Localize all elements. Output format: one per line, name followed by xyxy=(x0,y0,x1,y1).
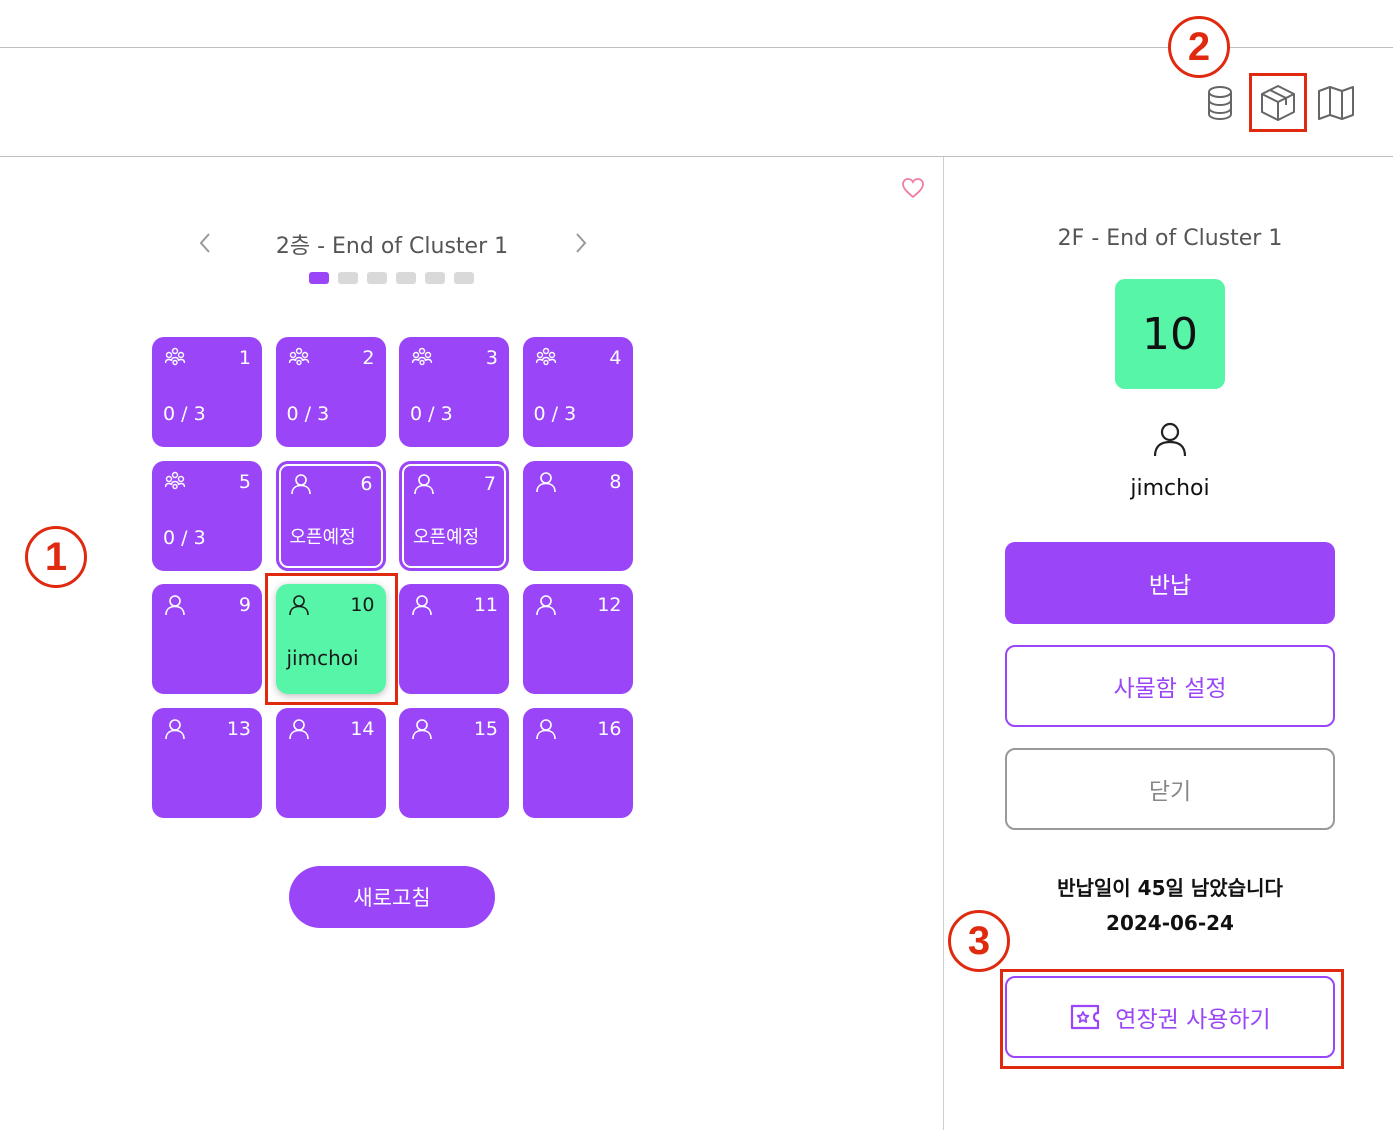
floor-title: 2층 - End of Cluster 1 xyxy=(275,234,509,259)
header-divider xyxy=(0,156,1393,157)
user-icon xyxy=(535,718,557,740)
locker-number: 3 xyxy=(485,347,498,369)
database-icon[interactable] xyxy=(1199,82,1241,124)
locker-cell-9[interactable]: 9 xyxy=(152,584,262,694)
page-dot[interactable] xyxy=(396,272,416,284)
locker-number: 11 xyxy=(473,594,498,616)
locker-cell-13[interactable]: 13 xyxy=(152,707,262,818)
locker-cell-4[interactable]: 4 0 / 3 xyxy=(522,337,633,447)
locker-number: 15 xyxy=(473,717,498,740)
locker-number: 8 xyxy=(609,470,622,493)
locker-number: 16 xyxy=(597,717,622,740)
locker-status: 오픈예정 xyxy=(413,526,480,548)
return-button[interactable]: 반납 xyxy=(1005,542,1335,624)
locker-cell-11[interactable]: 11 xyxy=(399,584,509,694)
user-icon xyxy=(164,718,186,740)
close-button[interactable]: 닫기 xyxy=(1005,748,1335,830)
locker-cell-15[interactable]: 15 xyxy=(399,707,509,818)
user-icon xyxy=(288,594,310,616)
page-dot[interactable] xyxy=(425,272,445,284)
page-dot[interactable] xyxy=(309,272,329,284)
group-icon xyxy=(164,471,186,493)
locker-number: 7 xyxy=(483,472,496,495)
page-dot[interactable] xyxy=(454,272,474,284)
locker-number: 2 xyxy=(362,347,375,369)
group-icon xyxy=(288,347,310,369)
user-icon xyxy=(411,718,433,740)
next-floor-button[interactable] xyxy=(566,228,596,258)
annotation-marker-2: 2 xyxy=(1168,16,1230,78)
locker-number: 4 xyxy=(609,347,622,369)
page-indicator xyxy=(309,272,474,284)
heart-icon[interactable] xyxy=(901,177,925,199)
ticket-icon xyxy=(1071,1004,1100,1030)
user-icon xyxy=(535,594,557,616)
locker-cell-10[interactable]: 10 jimchoi xyxy=(275,584,386,694)
locker-cell-12[interactable]: 12 xyxy=(522,584,633,694)
locker-status: 0 / 3 xyxy=(286,403,330,425)
locker-number: 13 xyxy=(226,717,251,740)
prev-floor-button[interactable] xyxy=(190,228,220,258)
extend-label: 연장권 사용하기 xyxy=(1115,1007,1271,1033)
locker-number: 1 xyxy=(238,347,251,369)
locker-status: 0 / 3 xyxy=(410,403,453,425)
locker-cell-7[interactable]: 7 오픈예정 xyxy=(399,460,509,571)
locker-number-badge: 10 xyxy=(1115,279,1225,389)
refresh-button[interactable]: 새로고침 xyxy=(289,866,495,928)
page-dot[interactable] xyxy=(338,272,358,284)
box-icon[interactable] xyxy=(1257,82,1299,124)
panel-divider xyxy=(943,157,944,1130)
locker-cell-14[interactable]: 14 xyxy=(275,707,386,818)
locker-status: jimchoi xyxy=(286,646,359,670)
user-icon xyxy=(413,473,435,495)
due-date: 2024-06-24 xyxy=(1106,911,1234,935)
user-icon xyxy=(411,594,433,616)
locker-settings-button[interactable]: 사물함 설정 xyxy=(1005,645,1335,727)
locker-number: 12 xyxy=(597,594,622,616)
chevron-left-icon xyxy=(199,233,210,253)
user-icon xyxy=(164,594,186,616)
locker-status: 0 / 3 xyxy=(163,403,206,425)
group-icon xyxy=(411,347,433,369)
chevron-right-icon xyxy=(576,233,587,253)
locker-cell-1[interactable]: 1 0 / 3 xyxy=(152,337,262,447)
page-dot[interactable] xyxy=(367,272,387,284)
user-icon xyxy=(288,718,310,740)
locker-cell-5[interactable]: 5 0 / 3 xyxy=(152,460,262,571)
locker-number: 6 xyxy=(360,472,373,495)
locker-number: 5 xyxy=(238,470,251,493)
locker-cell-6[interactable]: 6 오픈예정 xyxy=(275,460,386,571)
annotation-marker-1: 1 xyxy=(25,526,87,588)
remaining-days-text: 반납일이 45일 남았습니다 xyxy=(1057,876,1283,900)
group-icon xyxy=(535,347,557,369)
locker-cell-8[interactable]: 8 xyxy=(522,460,633,571)
locker-number: 14 xyxy=(350,717,375,740)
username: jimchoi xyxy=(1130,476,1210,501)
map-icon[interactable] xyxy=(1315,82,1357,124)
use-extension-button[interactable]: 연장권 사용하기 xyxy=(1005,976,1335,1058)
locker-cell-2[interactable]: 2 0 / 3 xyxy=(275,337,386,447)
locker-grid: 1 0 / 3 2 0 / 3 3 0 / 3 4 0 / 3 5 0 / 3 6 오픈예정 7 오픈예정… xyxy=(152,337,633,818)
annotation-marker-3: 3 xyxy=(948,910,1010,972)
group-icon xyxy=(164,347,186,369)
locker-cell-3[interactable]: 3 0 / 3 xyxy=(399,337,509,447)
locker-status: 오픈예정 xyxy=(289,526,356,548)
locker-status: 0 / 3 xyxy=(163,526,206,549)
locker-number: 10 xyxy=(350,594,375,616)
panel-title: 2F - End of Cluster 1 xyxy=(1057,226,1283,251)
locker-number: 9 xyxy=(238,594,251,616)
locker-status: 0 / 3 xyxy=(533,403,577,425)
locker-cell-16[interactable]: 16 xyxy=(522,707,633,818)
user-icon xyxy=(290,473,312,495)
user-icon xyxy=(1153,422,1187,457)
user-icon xyxy=(535,471,557,493)
